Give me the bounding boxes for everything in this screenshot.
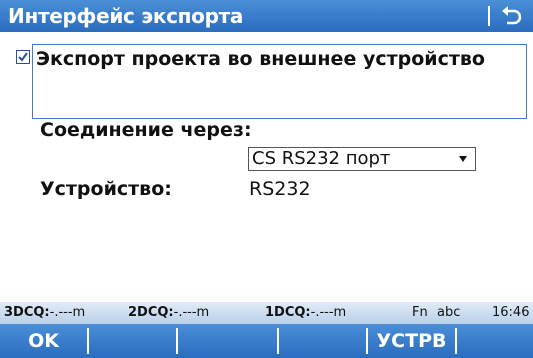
dcq3-status: 3DCQ:-.---m [4,305,86,320]
softkey-f4[interactable] [279,324,366,358]
export-checkbox[interactable] [16,50,30,64]
export-option-label: Экспорт проекта во внешнее устройство [36,48,485,70]
softkey-f5-device[interactable]: УСТРВ [368,324,455,358]
device-value: RS232 [249,178,311,200]
softkey-f3[interactable] [178,324,265,358]
softkey-bar: OK УСТРВ [0,324,533,358]
dcq1-status: 1DCQ:-.---m [265,305,347,320]
dcq2-status: 2DCQ:-.---m [128,305,210,320]
softkey-f2[interactable] [89,324,176,358]
page-title: Интерфейс экспорта [8,4,244,28]
connection-label: Соединение через: [40,119,252,141]
return-arrow-icon[interactable] [498,2,526,30]
softkey-f6[interactable] [457,324,533,358]
softkey-f1-ok[interactable]: OK [0,324,87,358]
connection-select-value: CS RS232 порт [252,148,391,169]
device-label: Устройство: [40,178,172,200]
title-separator [488,6,490,26]
fn-indicator: Fn [412,305,428,320]
input-mode-indicator: abc [437,305,461,320]
title-bar: Интерфейс экспорта [0,0,533,32]
connection-select[interactable]: CS RS232 порт [248,147,476,171]
clock: 16:46 [492,305,530,320]
chevron-down-icon [459,156,467,162]
status-bar: 3DCQ:-.---m 2DCQ:-.---m 1DCQ:-.---m Fn a… [0,302,533,324]
